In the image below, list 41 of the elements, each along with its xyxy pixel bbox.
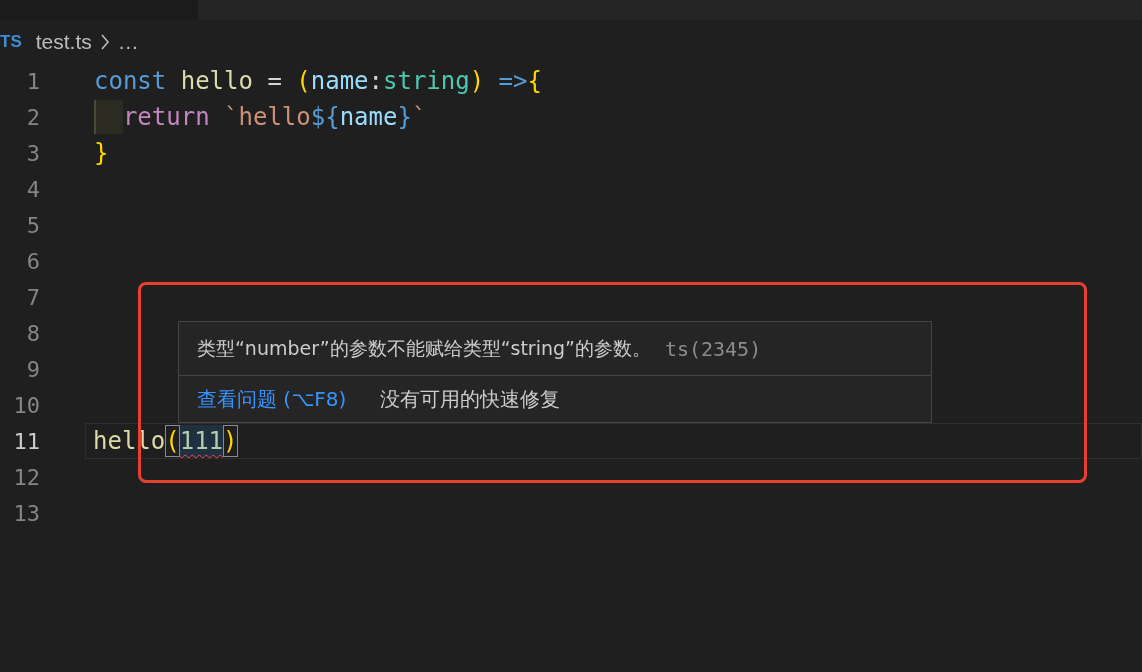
error-code: ts(2345) [664, 336, 762, 361]
parameter-token: name [310, 66, 369, 97]
bracket-token: ) [469, 66, 485, 97]
code-text: = [266, 66, 283, 97]
line-number: 8 [25, 320, 40, 346]
line-number: 1 [25, 68, 40, 94]
breadcrumb-more[interactable]: … [117, 29, 139, 54]
view-problem-link[interactable]: 查看问题 (⌥F8) [197, 385, 347, 413]
typescript-file-icon: TS [0, 31, 22, 52]
keyword-token: => [497, 66, 528, 97]
line-number: 13 [12, 500, 40, 526]
function-name: hello [180, 66, 253, 97]
bracket-token: } [94, 138, 109, 169]
line-number: 10 [12, 392, 40, 418]
line-number: 5 [25, 212, 40, 238]
line-number: 12 [12, 464, 40, 490]
line-number: 4 [25, 176, 40, 202]
line-number: 2 [25, 104, 40, 130]
string-token: `hello [224, 102, 311, 133]
error-message: 类型“number”的参数不能赋给类型“string”的参数。 [197, 335, 651, 361]
line-number: 3 [25, 140, 40, 166]
chevron-right-icon [99, 32, 110, 51]
line-number: 6 [25, 248, 40, 274]
string-token: ` [411, 102, 427, 133]
breadcrumb-file[interactable]: test.ts [35, 29, 92, 54]
type-token: string [383, 66, 470, 97]
parameter-token: name [339, 102, 398, 133]
keyword-token: ${ [310, 102, 340, 133]
line-number: 7 [25, 284, 40, 310]
bracket-token: ( [165, 425, 180, 457]
bracket-token: { [527, 66, 542, 97]
bracket-token: ( [296, 66, 311, 97]
line-number: 11 [12, 428, 40, 454]
bracket-token: ) [223, 425, 238, 457]
keyword-token: return [122, 102, 211, 133]
keyword-token: const [94, 66, 168, 97]
line-number: 9 [25, 356, 40, 382]
no-quick-fix-text: 没有可用的快速修复 [380, 385, 561, 413]
code-text: : [368, 66, 383, 97]
keyword-token: } [397, 102, 412, 133]
error-squiggle-token: 111 [179, 425, 224, 457]
